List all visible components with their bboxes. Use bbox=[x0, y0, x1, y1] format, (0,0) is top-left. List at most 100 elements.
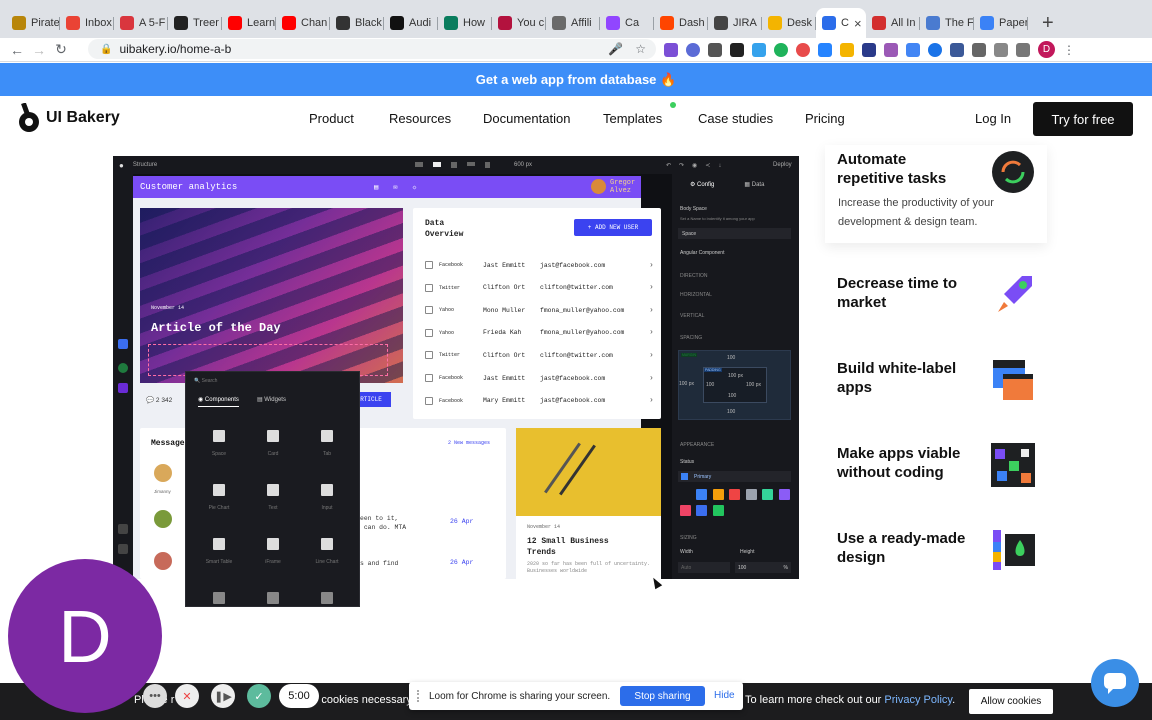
new-messages-link[interactable]: 2 New messages bbox=[448, 440, 490, 446]
chevron-right-icon[interactable]: › bbox=[649, 328, 654, 337]
avatar[interactable] bbox=[154, 552, 172, 570]
business-article-card[interactable]: November 14 12 Small Business Trends 202… bbox=[516, 428, 661, 579]
extension-icon[interactable] bbox=[862, 42, 876, 57]
allow-cookies-button[interactable]: Allow cookies bbox=[969, 689, 1053, 714]
name-input[interactable]: Space bbox=[678, 228, 791, 239]
hide-button[interactable]: Hide bbox=[714, 690, 735, 701]
color-swatch[interactable] bbox=[729, 489, 740, 500]
height-input[interactable]: 100% bbox=[735, 562, 791, 573]
browser-tab[interactable]: You c bbox=[492, 8, 546, 38]
deploy-button[interactable]: Deploy bbox=[773, 162, 792, 168]
chevron-right-icon[interactable]: › bbox=[649, 283, 654, 292]
browser-tab[interactable]: All In bbox=[866, 8, 920, 38]
menu-kebab-icon[interactable]: ⋮ bbox=[1063, 43, 1075, 57]
color-swatch[interactable] bbox=[778, 489, 790, 500]
chevron-right-icon[interactable]: › bbox=[649, 351, 654, 360]
more-options-icon[interactable]: ••• bbox=[143, 684, 167, 708]
puzzle-icon[interactable] bbox=[972, 42, 986, 57]
browser-tab[interactable]: Affili bbox=[546, 8, 600, 38]
rail-components-icon[interactable] bbox=[118, 339, 128, 349]
angular-toggle[interactable]: Angular Component bbox=[680, 250, 724, 256]
browser-tab[interactable]: Learn bbox=[222, 8, 276, 38]
chevron-right-icon[interactable]: › bbox=[649, 396, 654, 405]
undo-redo-icons[interactable]: ↶↷◉≺↓ bbox=[666, 162, 729, 169]
logo[interactable]: UI Bakery bbox=[18, 103, 120, 133]
component-tile[interactable]: Pie Chart bbox=[194, 484, 244, 511]
rail-tool-icon[interactable] bbox=[118, 544, 128, 554]
browser-tab[interactable]: How bbox=[438, 8, 492, 38]
user-avatar[interactable] bbox=[591, 179, 606, 194]
try-free-button[interactable]: Try for free bbox=[1033, 102, 1133, 136]
browser-tab[interactable]: Pirate bbox=[6, 8, 60, 38]
component-tile[interactable]: iFrame bbox=[248, 538, 298, 565]
browser-tab[interactable]: Paper bbox=[974, 8, 1028, 38]
rail-tool-icon[interactable] bbox=[118, 524, 128, 534]
color-swatch[interactable] bbox=[712, 489, 724, 500]
extension-icon[interactable] bbox=[906, 42, 920, 57]
extension-icon[interactable] bbox=[1016, 42, 1030, 57]
tab-widgets[interactable]: ▤ Widgets bbox=[257, 396, 286, 407]
cancel-recording-icon[interactable]: ✕ bbox=[175, 684, 199, 708]
component-tile[interactable]: Tab bbox=[302, 430, 352, 457]
nav-pricing[interactable]: Pricing bbox=[805, 111, 845, 126]
chat-support-button[interactable] bbox=[1091, 659, 1139, 707]
component-tile[interactable] bbox=[302, 592, 352, 613]
loom-camera-bubble[interactable]: D bbox=[8, 559, 162, 713]
rail-actions-icon[interactable] bbox=[118, 383, 128, 393]
device-icon[interactable] bbox=[467, 162, 475, 166]
device-icon[interactable] bbox=[451, 162, 457, 168]
extension-icon[interactable] bbox=[664, 42, 678, 57]
back-icon[interactable]: ← bbox=[6, 42, 28, 58]
table-row[interactable]: Yahoo Mono Muller fmona_muller@yahoo.com › bbox=[425, 304, 654, 316]
status-select[interactable]: Primary bbox=[678, 471, 791, 482]
new-tab-button[interactable]: + bbox=[1042, 8, 1054, 38]
extension-icon[interactable] bbox=[884, 42, 898, 57]
row-checkbox[interactable] bbox=[425, 261, 433, 269]
nav-resources[interactable]: Resources bbox=[389, 111, 451, 126]
component-tile[interactable] bbox=[194, 592, 244, 613]
component-tile[interactable]: Line Chart bbox=[302, 538, 352, 565]
browser-tab[interactable]: A 5-F bbox=[114, 8, 168, 38]
color-swatch[interactable] bbox=[696, 489, 707, 500]
extension-icon[interactable] bbox=[840, 42, 854, 57]
tab-data[interactable]: ▦ Data bbox=[744, 181, 764, 188]
row-checkbox[interactable] bbox=[425, 283, 433, 292]
browser-tab[interactable]: The F bbox=[920, 8, 974, 38]
browser-tab[interactable]: JIRA bbox=[708, 8, 762, 38]
color-swatch[interactable] bbox=[679, 505, 691, 516]
browser-tab[interactable]: Desk bbox=[762, 8, 816, 38]
browser-tab-active[interactable]: C × bbox=[816, 8, 866, 38]
promo-banner[interactable]: Get a web app from database 🔥 bbox=[0, 63, 1152, 96]
forward-icon[interactable]: → bbox=[28, 42, 50, 58]
row-checkbox[interactable] bbox=[425, 351, 433, 360]
profile-avatar[interactable]: D bbox=[1038, 41, 1055, 58]
browser-tab[interactable]: Audi bbox=[384, 8, 438, 38]
extension-icon[interactable] bbox=[796, 42, 810, 57]
browser-tab[interactable]: Inbox bbox=[60, 8, 114, 38]
component-tile[interactable]: Card bbox=[248, 430, 298, 457]
pause-icon[interactable]: ❚▶ bbox=[211, 684, 235, 708]
color-swatch[interactable] bbox=[762, 489, 773, 500]
drag-handle-icon[interactable] bbox=[417, 690, 423, 702]
browser-tab[interactable]: Black bbox=[330, 8, 384, 38]
picker-search[interactable]: 🔍 Search bbox=[194, 378, 217, 384]
component-tile[interactable]: Input bbox=[302, 484, 352, 511]
featured-article-card[interactable]: November 14 Article of the Day bbox=[140, 208, 403, 383]
finish-recording-icon[interactable]: ✓ bbox=[247, 684, 271, 708]
width-input[interactable]: Auto bbox=[678, 562, 730, 573]
row-checkbox[interactable] bbox=[425, 306, 433, 315]
table-row[interactable]: Facebook Jast Emmitt jast@facebook.com › bbox=[425, 259, 654, 271]
extension-icon[interactable] bbox=[950, 42, 964, 57]
extension-icon[interactable] bbox=[752, 42, 766, 57]
extension-icon[interactable] bbox=[730, 42, 744, 57]
color-swatch[interactable] bbox=[696, 505, 707, 516]
grammarly-icon[interactable] bbox=[774, 42, 788, 57]
component-tile[interactable] bbox=[248, 592, 298, 613]
table-row[interactable]: Twitter Clifton Ort clifton@twitter.com › bbox=[425, 282, 654, 294]
bookmark-star-icon[interactable]: ☆ bbox=[635, 42, 646, 56]
nav-documentation[interactable]: Documentation bbox=[483, 111, 570, 126]
extension-icon[interactable] bbox=[928, 42, 942, 57]
device-icon[interactable] bbox=[485, 162, 490, 168]
chevron-right-icon[interactable]: › bbox=[649, 306, 654, 315]
add-new-user-button[interactable]: + ADD NEW USER bbox=[574, 219, 652, 236]
